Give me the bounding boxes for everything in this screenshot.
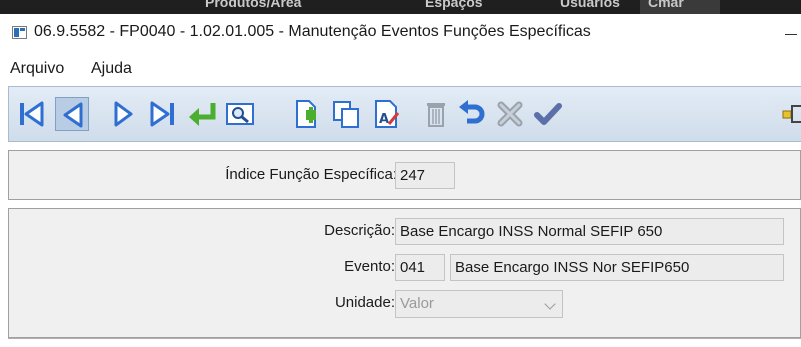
last-record-button[interactable] xyxy=(145,97,179,131)
background-window-strip: Produtos/Area Espaços Usuários Cmar xyxy=(0,0,801,14)
exit-button[interactable] xyxy=(779,97,801,131)
copy-button[interactable] xyxy=(329,97,363,131)
unidade-label: Unidade: xyxy=(334,294,395,311)
window-title: 06.9.5582 - FP0040 - 1.02.01.005 - Manut… xyxy=(34,23,591,40)
undo-icon xyxy=(459,100,485,124)
enter-arrow-icon xyxy=(189,103,216,126)
first-record-button[interactable] xyxy=(15,97,49,131)
delete-button[interactable] xyxy=(419,97,453,131)
undo-button[interactable] xyxy=(455,97,489,131)
previous-record-button[interactable] xyxy=(55,97,89,131)
toolbar: A xyxy=(8,86,801,142)
next-record-icon xyxy=(114,101,133,127)
last-record-icon xyxy=(150,101,174,127)
evento-description-field: Base Encargo INSS Nor SEFIP650 xyxy=(450,254,784,281)
background-active-tab: Cmar xyxy=(640,0,720,14)
trash-icon xyxy=(427,103,445,127)
exit-icon xyxy=(782,105,801,123)
unidade-selected-value: Valor xyxy=(400,295,434,312)
minimize-button[interactable] xyxy=(785,34,797,35)
descricao-label: Descrição: xyxy=(324,222,395,239)
indice-label: Índice Função Específica: xyxy=(225,166,397,183)
unidade-select[interactable]: Valor xyxy=(395,290,563,318)
magnifier-icon xyxy=(226,103,254,125)
menu-bar: Arquivo Ajuda xyxy=(0,52,801,86)
new-document-icon xyxy=(296,100,316,128)
cancel-x-icon xyxy=(497,101,523,127)
next-record-button[interactable] xyxy=(105,97,139,131)
detail-panel: Descrição: Base Encargo INSS Normal SEFI… xyxy=(8,208,801,338)
cancel-button[interactable] xyxy=(493,97,527,131)
save-button[interactable] xyxy=(531,97,565,131)
menu-ajuda[interactable]: Ajuda xyxy=(91,60,132,78)
search-button[interactable] xyxy=(223,97,257,131)
indice-field[interactable]: 247 xyxy=(395,162,455,189)
goto-button[interactable] xyxy=(185,97,219,131)
background-tab: Espaços xyxy=(425,0,483,10)
edit-button[interactable]: A xyxy=(369,97,403,131)
evento-code-field[interactable]: 041 xyxy=(395,254,445,281)
copy-icon xyxy=(333,101,359,128)
bottom-border xyxy=(8,338,801,339)
background-tab: Usuários xyxy=(560,0,620,10)
edit-document-icon: A xyxy=(375,100,400,128)
first-record-icon xyxy=(20,101,44,127)
previous-record-icon xyxy=(63,102,83,128)
background-tab: Produtos/Area xyxy=(205,0,302,10)
header-panel: Índice Função Específica: 247 xyxy=(8,150,801,200)
app-icon xyxy=(12,26,27,39)
descricao-field[interactable]: Base Encargo INSS Normal SEFIP 650 xyxy=(395,218,784,245)
new-button[interactable] xyxy=(289,97,323,131)
menu-arquivo[interactable]: Arquivo xyxy=(10,60,64,78)
evento-label: Evento: xyxy=(344,258,395,275)
chevron-down-icon xyxy=(544,298,556,310)
checkmark-icon xyxy=(534,103,562,125)
svg-text:A: A xyxy=(379,112,389,127)
window-titlebar: 06.9.5582 - FP0040 - 1.02.01.005 - Manut… xyxy=(0,14,801,52)
